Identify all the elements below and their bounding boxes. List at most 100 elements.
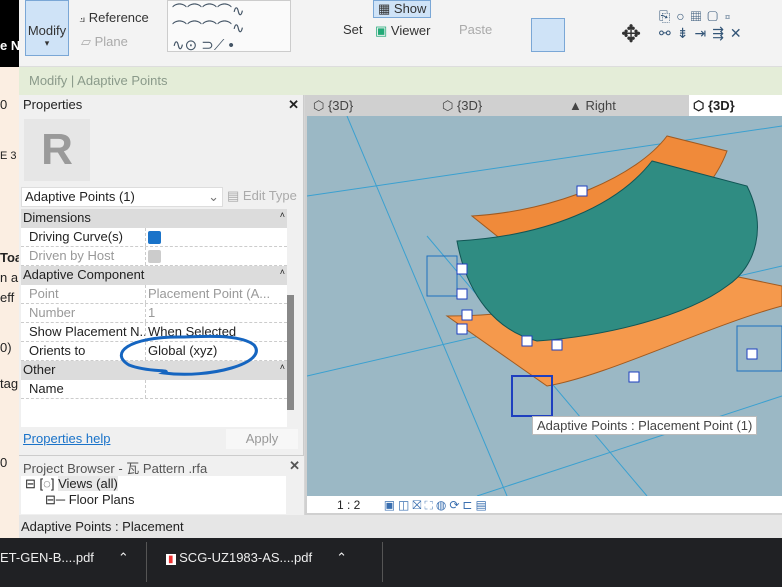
modify-tools[interactable]: ⎘○▦▢⌑ ⚯⇟⇥⇶✕: [659, 8, 748, 42]
tab-label: {3D}: [456, 98, 483, 113]
tab-label: {3D}: [327, 98, 354, 113]
viewer-icon: ▣: [375, 23, 391, 38]
section-adaptive-component[interactable]: Adaptive Component ˄: [21, 266, 287, 285]
type-selector-value: Adaptive Points (1): [25, 189, 135, 204]
property-row: Driven by Host: [21, 247, 287, 266]
properties-grid: Dimensions ˄ Driving Curve(s) Driven by H…: [21, 209, 287, 427]
chevron-up-icon[interactable]: ⌃: [118, 550, 129, 565]
section-title: Other: [23, 362, 56, 377]
tree-label: Floor Plans: [68, 492, 135, 507]
pdf-icon: ▮: [166, 554, 176, 565]
view-area: ⬡ {3D} ⬡ {3D} ▲ Right ⬡ {3D} Adaptive Po…: [305, 95, 782, 515]
bg-text: 0): [0, 340, 12, 355]
draw-tools-gallery[interactable]: ⌒⌒⌒⌒∿ ⌒⌒⌒⌒∿ ∿⊙ ⊃⟋ •: [167, 0, 291, 54]
edit-type-icon: ▤: [227, 188, 240, 203]
paste-button[interactable]: Paste: [459, 22, 492, 37]
driving-curve-checkbox[interactable]: [148, 231, 161, 244]
download-bar: ET-GEN-B....pdf ⌃ ▮ SCG-UZ1983-AS....pdf ⌃: [0, 538, 782, 587]
reference-plane-button[interactable]: ⟓ Reference: [79, 10, 149, 26]
annotation-circle: [120, 334, 258, 376]
plane-label: Plane: [94, 34, 128, 49]
set-button[interactable]: Set: [343, 22, 363, 37]
scrollbar[interactable]: [287, 295, 294, 410]
modify-button[interactable]: Modify ▾: [25, 0, 69, 56]
type-selector[interactable]: Adaptive Points (1) ⌄: [21, 187, 223, 207]
bg-text: E 3: [0, 150, 17, 162]
close-icon[interactable]: ✕: [288, 97, 299, 113]
views-icon: [◌]: [39, 476, 59, 491]
file-name: ET-GEN-B....pdf: [0, 550, 94, 565]
tree-item-views[interactable]: ⊟ [◌] Views (all): [25, 476, 286, 492]
reference-icon: ⟓: [79, 10, 89, 25]
tab-3d-active[interactable]: ⬡ {3D}: [689, 95, 782, 116]
context-bar: Modify | Adaptive Points: [19, 67, 782, 95]
tab-3d-1[interactable]: ⬡ {3D}: [309, 95, 357, 116]
collapse-icon: ˄: [279, 210, 285, 220]
paste-label: Paste: [459, 22, 493, 37]
plane-icon: ▱: [81, 34, 95, 49]
view-scale[interactable]: 1 : 2: [337, 498, 360, 512]
bg-text: tag: [0, 376, 19, 391]
3d-view-icon: ⬡: [693, 98, 708, 113]
background-window-strip: e N 0 E 3 Toa n a eff 0) tag 0: [0, 0, 19, 538]
align-tool-button[interactable]: [531, 18, 565, 52]
reference-label: Reference: [88, 10, 149, 25]
bg-text: n a: [0, 270, 19, 285]
project-browser: Project Browser - 瓦 Pattern .rfa ✕ ⊟ [◌] …: [19, 455, 304, 515]
show-icon: ▦: [378, 1, 394, 16]
tooltip: Adaptive Points : Placement Point (1): [532, 416, 758, 435]
model-drawing: [307, 116, 782, 496]
plane-button[interactable]: ▱ Plane: [81, 34, 128, 50]
download-item[interactable]: ET-GEN-B....pdf ⌃: [0, 550, 129, 566]
edit-type-label: Edit Type: [242, 188, 297, 203]
property-name: Driving Curve(s): [21, 228, 146, 246]
property-row: Driving Curve(s): [21, 228, 287, 247]
view-control-icons[interactable]: ▣◫⛝⛶◍⟳⊏▤: [384, 498, 490, 512]
family-type-image: R: [24, 119, 90, 181]
file-name: SCG-UZ1983-AS....pdf: [179, 550, 313, 565]
viewer-label: Viewer: [390, 23, 431, 38]
project-browser-title: Project Browser - 瓦 Pattern .rfa: [23, 461, 208, 476]
property-name: Point: [21, 285, 146, 303]
tree-label: Views (all): [58, 476, 118, 491]
show-label: Show: [393, 1, 427, 16]
property-name: Number: [21, 304, 146, 322]
tab-label: Right: [585, 98, 616, 113]
chevron-up-icon[interactable]: ⌃: [336, 550, 347, 565]
section-dimensions[interactable]: Dimensions ˄: [21, 209, 287, 228]
collapse-icon: ˄: [279, 362, 285, 372]
property-value: Placement Point (A...: [148, 286, 271, 301]
property-row: Number 1: [21, 304, 287, 323]
tab-label: {3D}: [707, 98, 735, 113]
bg-text: 0: [0, 97, 8, 112]
properties-title: Properties: [23, 97, 83, 112]
bg-text: Toa: [0, 250, 19, 265]
download-item[interactable]: ▮ SCG-UZ1983-AS....pdf ⌃: [166, 550, 347, 566]
tree-item-floor-plans[interactable]: ⊟─ Floor Plans: [25, 492, 286, 508]
set-label: Set: [343, 22, 363, 37]
collapse-icon: ⊟─: [45, 492, 69, 507]
view-control-bar: 1 : 2 ▣◫⛝⛶◍⟳⊏▤: [307, 496, 782, 513]
section-title: Dimensions: [23, 210, 91, 225]
property-name: Driven by Host: [21, 247, 146, 265]
tab-right[interactable]: ▲ Right: [565, 95, 620, 116]
bg-text: eff: [0, 290, 15, 305]
move-icon[interactable]: ✥: [621, 20, 641, 49]
tab-3d-2[interactable]: ⬡ {3D}: [438, 95, 486, 116]
collapse-icon: ˄: [279, 267, 285, 277]
bg-text: 0: [0, 455, 8, 470]
property-row: Point Placement Point (A...: [21, 285, 287, 304]
viewer-button[interactable]: ▣ Viewer: [375, 23, 430, 39]
driven-by-host-checkbox: [148, 250, 161, 263]
3d-viewport[interactable]: Adaptive Points : Placement Point (1): [307, 116, 782, 496]
section-title: Adaptive Component: [23, 267, 145, 282]
edit-type-button[interactable]: ▤ Edit Type: [227, 188, 297, 204]
ribbon: Modify ▾ ⟓ Reference ▱ Plane ⌒⌒⌒⌒∿ ⌒⌒⌒⌒∿ ∿⊙…: [19, 0, 782, 67]
apply-button[interactable]: Apply: [226, 429, 298, 449]
property-value: 1: [148, 305, 156, 320]
properties-help-link[interactable]: Properties help: [23, 431, 110, 446]
show-button[interactable]: ▦ Show: [373, 0, 432, 18]
close-icon[interactable]: ✕: [289, 458, 300, 474]
chevron-down-icon: ⌄: [208, 189, 219, 204]
properties-panel: Properties ✕ R Adaptive Points (1) ⌄ ▤ Edi…: [19, 95, 304, 455]
